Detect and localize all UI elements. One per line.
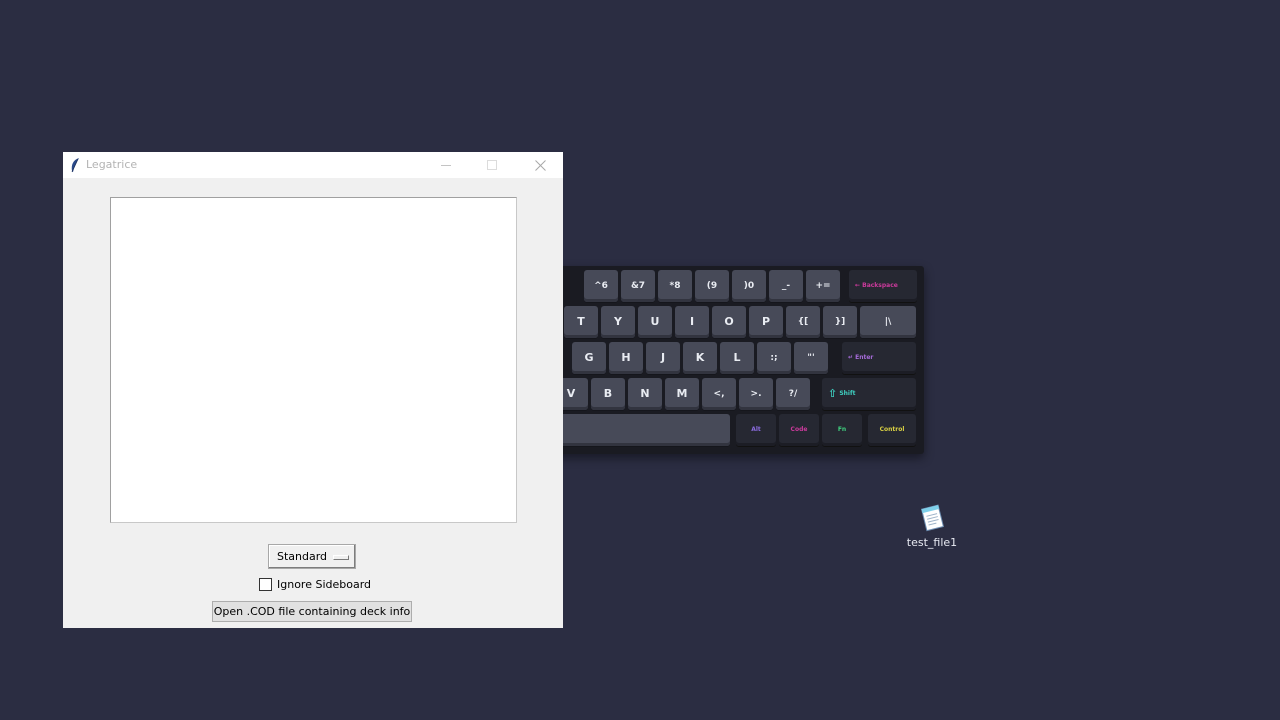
key-spacebar — [544, 414, 730, 446]
open-cod-file-button[interactable]: Open .COD file containing deck info — [212, 601, 412, 622]
key-equals-label-2: = — [823, 281, 831, 291]
key-n: N — [628, 378, 662, 410]
ignore-sideboard-label[interactable]: Ignore Sideboard — [277, 578, 371, 591]
key-l: L — [720, 342, 754, 374]
notepad-file-icon — [920, 504, 944, 532]
key-i: I — [675, 306, 709, 338]
key-shift-label: Shift — [839, 390, 856, 397]
title-bar[interactable]: Legatrice — [63, 152, 563, 178]
format-option-menu[interactable]: Standard — [268, 544, 356, 569]
ignore-sideboard-checkbox[interactable] — [259, 578, 272, 591]
key-6-label: ^ — [594, 281, 602, 291]
key-m: M — [665, 378, 699, 410]
key-b: B — [591, 378, 625, 410]
key-slash: ? / — [776, 378, 810, 410]
key-comma-label: < — [713, 389, 722, 399]
key-period: >. — [739, 378, 773, 410]
window-title: Legatrice — [86, 158, 138, 171]
key-backslash: | \ — [860, 306, 916, 338]
key-alt: Alt — [736, 414, 776, 446]
feather-icon — [71, 158, 79, 173]
key-0: ) 0 — [732, 270, 766, 302]
key-equals: + = — [806, 270, 840, 302]
key-bracket-right-label-2: ] — [841, 317, 846, 327]
key-7-label-2: 7 — [638, 281, 646, 291]
key-backspace-label: Backspace — [862, 282, 898, 289]
key-enter: ↵ Enter — [842, 342, 916, 374]
key-comma: <, — [702, 378, 736, 410]
wallpaper-keyboard: ^ 6 & 7 * 8 (9 ) 0 _ - + = ← Backspace T Y U I… — [544, 266, 924, 454]
option-menu-indicator-icon — [333, 555, 349, 560]
legatrice-window: Legatrice Standard Ignore Sideboard Open… — [63, 152, 563, 628]
maximize-icon — [487, 160, 497, 170]
key-g: G — [572, 342, 606, 374]
maximize-button[interactable] — [469, 152, 515, 178]
key-j: J — [646, 342, 680, 374]
key-quote-label-2: ' — [811, 353, 815, 363]
key-period-label-2: . — [758, 389, 762, 399]
key-h: H — [609, 342, 643, 374]
key-slash-label-2: / — [793, 389, 798, 399]
key-8: * 8 — [658, 270, 692, 302]
key-6: ^ 6 — [584, 270, 618, 302]
key-enter-label: Enter — [855, 354, 874, 361]
key-p: P — [749, 306, 783, 338]
key-bracket-left: {[ — [786, 306, 820, 338]
close-icon — [534, 159, 546, 171]
key-8-label-2: 8 — [674, 281, 681, 291]
key-7: & 7 — [621, 270, 655, 302]
key-bracket-left-label-2: [ — [804, 317, 809, 327]
deck-display-area[interactable] — [110, 197, 517, 523]
format-selected-label: Standard — [277, 550, 328, 563]
key-control: Control — [868, 414, 916, 446]
key-semicolon-label-2: ; — [774, 353, 778, 363]
key-0-label-2: 0 — [747, 281, 755, 291]
key-shift: ⇧ Shift — [822, 378, 916, 410]
key-9-label-2: 9 — [710, 281, 718, 291]
key-fn: Fn — [822, 414, 862, 446]
key-bracket-right: }] — [823, 306, 857, 338]
key-period-label: > — [750, 389, 759, 399]
key-y: Y — [601, 306, 635, 338]
key-backslash-label-2: \ — [888, 317, 892, 327]
key-9: (9 — [695, 270, 729, 302]
key-comma-label-2: , — [721, 389, 725, 399]
key-7-label: & — [630, 281, 639, 291]
key-quote: " ' — [794, 342, 828, 374]
key-u: U — [638, 306, 672, 338]
key-equals-label: + — [815, 281, 823, 291]
key-semicolon: :; — [757, 342, 791, 374]
key-k: K — [683, 342, 717, 374]
minimize-icon — [441, 165, 451, 166]
key-t: T — [564, 306, 598, 338]
key-o: O — [712, 306, 746, 338]
desktop-icon-test-file1[interactable]: test_file1 — [900, 500, 964, 549]
close-button[interactable] — [517, 152, 563, 178]
minimize-button[interactable] — [423, 152, 469, 178]
key-backspace: ← Backspace — [849, 270, 917, 302]
key-minus: _ - — [769, 270, 803, 302]
key-6-label-2: 6 — [601, 281, 608, 291]
key-minus-label-2: - — [786, 281, 791, 291]
shift-arrow-icon: ⇧ — [828, 387, 838, 400]
desktop-icon-label: test_file1 — [906, 536, 958, 549]
key-code: Code — [779, 414, 819, 446]
